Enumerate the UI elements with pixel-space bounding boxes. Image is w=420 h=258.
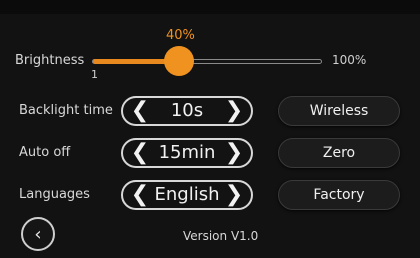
- zero-button[interactable]: Zero: [278, 138, 400, 168]
- auto-off-value: 15min: [158, 142, 216, 163]
- wireless-button[interactable]: Wireless: [278, 96, 400, 126]
- brightness-min-label: 1: [91, 68, 98, 81]
- version-label: Version V1.0: [183, 229, 259, 243]
- chevron-right-icon[interactable]: ❯: [223, 183, 245, 207]
- chevron-right-icon[interactable]: ❯: [223, 141, 245, 165]
- backlight-time-label: Backlight time: [19, 103, 113, 118]
- chevron-right-icon[interactable]: ❯: [223, 99, 245, 123]
- chevron-left-icon[interactable]: ❮: [129, 99, 151, 123]
- back-button[interactable]: ‹: [21, 217, 55, 251]
- top-strip: [0, 0, 420, 14]
- auto-off-label: Auto off: [19, 145, 71, 160]
- chevron-left-icon[interactable]: ❮: [129, 141, 151, 165]
- backlight-time-value: 10s: [170, 100, 204, 121]
- back-chevron-icon: ‹: [34, 223, 42, 245]
- brightness-slider[interactable]: [92, 59, 322, 64]
- backlight-time-stepper: ❮ 10s ❯: [121, 96, 253, 126]
- brightness-label: Brightness: [15, 53, 85, 68]
- chevron-left-icon[interactable]: ❮: [129, 183, 151, 207]
- factory-button[interactable]: Factory: [278, 180, 400, 210]
- languages-stepper: ❮ English ❯: [121, 180, 253, 210]
- brightness-max-label: 100%: [332, 53, 367, 67]
- brightness-value: 40%: [166, 28, 195, 43]
- settings-screen: Brightness 40% 1 100% Backlight time ❮ 1…: [0, 0, 420, 258]
- auto-off-stepper: ❮ 15min ❯: [121, 138, 253, 168]
- brightness-slider-thumb[interactable]: [164, 46, 194, 76]
- languages-label: Languages: [19, 187, 90, 202]
- languages-value: English: [154, 184, 220, 205]
